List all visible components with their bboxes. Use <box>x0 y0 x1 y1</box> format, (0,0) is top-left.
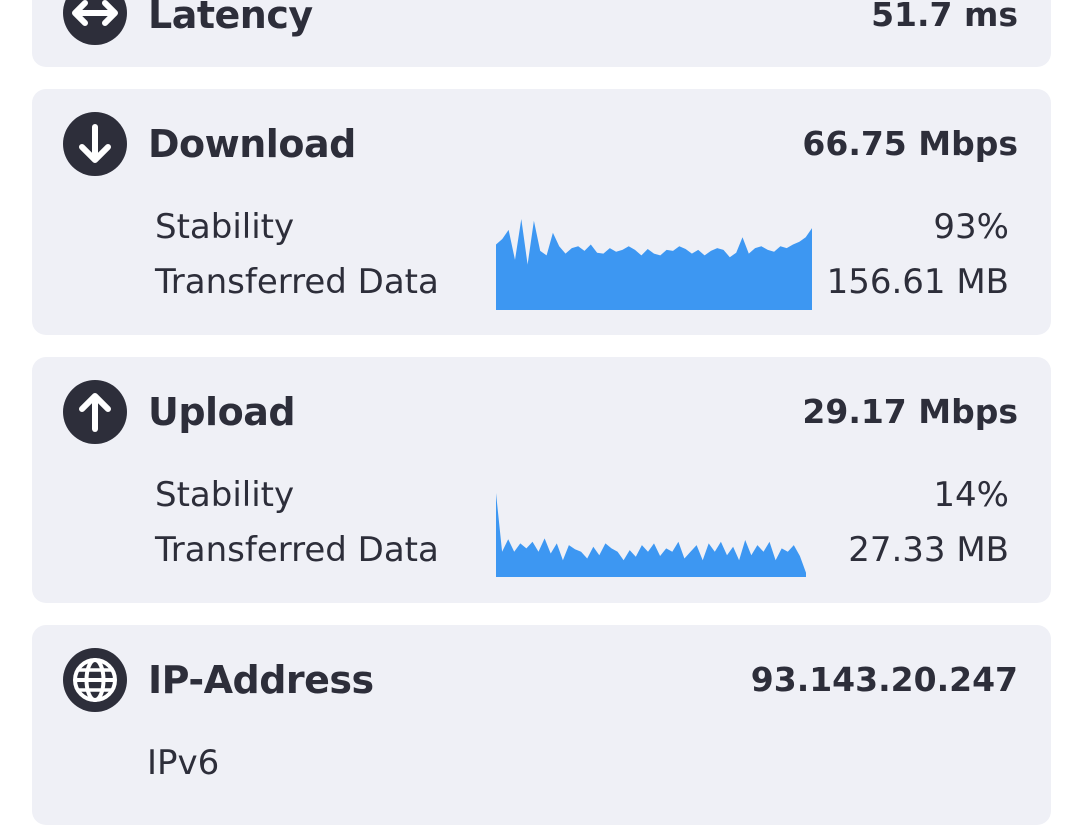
upload-title: Upload <box>148 390 296 434</box>
ip-address-value: 93.143.20.247 <box>750 660 1018 699</box>
ip-address-title: IP-Address <box>148 658 374 702</box>
download-transferred-value: 156.61 MB <box>826 262 1009 302</box>
globe-icon <box>63 648 127 712</box>
download-stability-label: Stability <box>155 207 295 247</box>
ip-address-card: IP-Address 93.143.20.247 IPv6 <box>32 625 1051 825</box>
latency-card: Latency 51.7 ms <box>32 0 1051 67</box>
download-value: 66.75 Mbps <box>802 124 1018 163</box>
download-transferred-label: Transferred Data <box>155 262 439 302</box>
latency-value: 51.7 ms <box>871 0 1018 34</box>
arrow-down-icon <box>63 112 127 176</box>
upload-stability-label: Stability <box>155 475 295 515</box>
upload-stability-value: 14% <box>933 475 1009 515</box>
arrows-horizontal-icon <box>63 0 127 45</box>
upload-transferred-value: 27.33 MB <box>848 530 1009 570</box>
latency-title: Latency <box>148 0 313 37</box>
upload-stability-sparkline <box>496 493 806 577</box>
download-title: Download <box>148 122 356 166</box>
upload-card: Upload 29.17 Mbps Stability 14% Transfer… <box>32 357 1051 603</box>
ip-version-label: IPv6 <box>147 743 220 783</box>
download-card: Download 66.75 Mbps Stability 93% Transf… <box>32 89 1051 335</box>
download-stability-sparkline <box>496 219 812 310</box>
download-stability-value: 93% <box>933 207 1009 247</box>
spark-upload-area <box>496 493 806 577</box>
spark-download-area <box>496 219 812 310</box>
upload-value: 29.17 Mbps <box>802 392 1018 431</box>
arrow-up-icon <box>63 380 127 444</box>
upload-transferred-label: Transferred Data <box>155 530 439 570</box>
